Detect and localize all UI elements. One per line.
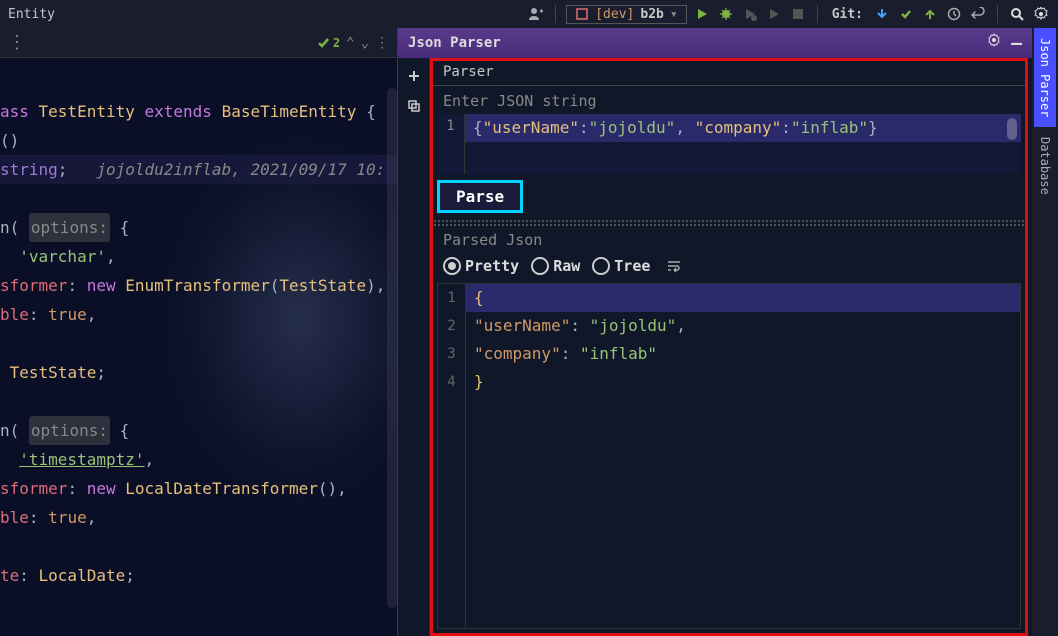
tool-minimize-icon[interactable]: — — [1011, 33, 1022, 54]
parsed-output-label: Parsed Json — [433, 227, 1025, 253]
wrap-toggle-icon[interactable] — [666, 258, 682, 274]
view-mode-tree[interactable] — [592, 257, 610, 275]
parser-section-title: Parser — [433, 61, 1025, 83]
code-editor-pane: ⋮ 2 ⌃ ⌄ ⋮ ass TestEntity extends BaseTim… — [0, 28, 397, 636]
rail-tab-database[interactable]: Database — [1034, 127, 1056, 205]
json-input-area[interactable]: 1 {"userName":"jojoldu", "company":"infl… — [437, 114, 1021, 174]
view-mode-pretty[interactable] — [443, 257, 461, 275]
parse-button[interactable]: Parse — [437, 180, 523, 213]
git-label: Git: — [832, 7, 863, 22]
stop-icon — [789, 5, 807, 23]
inspection-badge[interactable]: 2 — [317, 36, 340, 50]
rail-tab-json-parser[interactable]: Json Parser — [1034, 28, 1056, 127]
git-push-icon[interactable] — [921, 5, 939, 23]
right-tool-rail: Json ParserDatabase — [1032, 28, 1058, 636]
settings-icon[interactable] — [1032, 5, 1050, 23]
editor-scrollbar[interactable] — [387, 88, 397, 608]
user-add-icon[interactable] — [527, 5, 545, 23]
json-parser-tool-window: Json Parser — Parser Enter JSON str — [397, 28, 1032, 636]
parsed-json-output[interactable]: 1234 { "userName": "jojoldu", "company":… — [437, 283, 1021, 629]
search-icon[interactable] — [1008, 5, 1026, 23]
file-title: Entity — [8, 7, 55, 22]
tool-window-header: Json Parser — — [398, 28, 1032, 58]
profile-icon — [765, 5, 783, 23]
history-icon[interactable] — [945, 5, 963, 23]
view-mode-raw[interactable] — [531, 257, 549, 275]
top-toolbar: Entity [dev] b2b ▾ Git: — [0, 0, 1058, 28]
view-mode-selector: PrettyRawTree — [433, 253, 1025, 279]
rollback-icon[interactable] — [969, 5, 987, 23]
debug-icon[interactable] — [717, 5, 735, 23]
run-configuration-selector[interactable]: [dev] b2b ▾ — [566, 5, 686, 24]
git-commit-icon[interactable] — [897, 5, 915, 23]
coverage-icon — [741, 5, 759, 23]
add-tab-icon[interactable] — [404, 66, 424, 86]
input-scrollbar[interactable] — [1007, 118, 1017, 140]
editor-tab-indicator[interactable]: ⋮ — [8, 32, 26, 53]
nav-up-icon[interactable]: ⌃ — [346, 35, 354, 51]
code-editor[interactable]: ass TestEntity extends BaseTimeEntity {(… — [0, 58, 397, 600]
resize-divider[interactable] — [433, 219, 1025, 227]
json-input-label: Enter JSON string — [433, 88, 1025, 114]
copy-icon[interactable] — [404, 96, 424, 116]
tool-settings-icon[interactable] — [987, 33, 1001, 54]
run-icon[interactable] — [693, 5, 711, 23]
editor-more-icon[interactable]: ⋮ — [375, 35, 389, 51]
nav-down-icon[interactable]: ⌄ — [361, 35, 369, 51]
git-pull-icon[interactable] — [873, 5, 891, 23]
